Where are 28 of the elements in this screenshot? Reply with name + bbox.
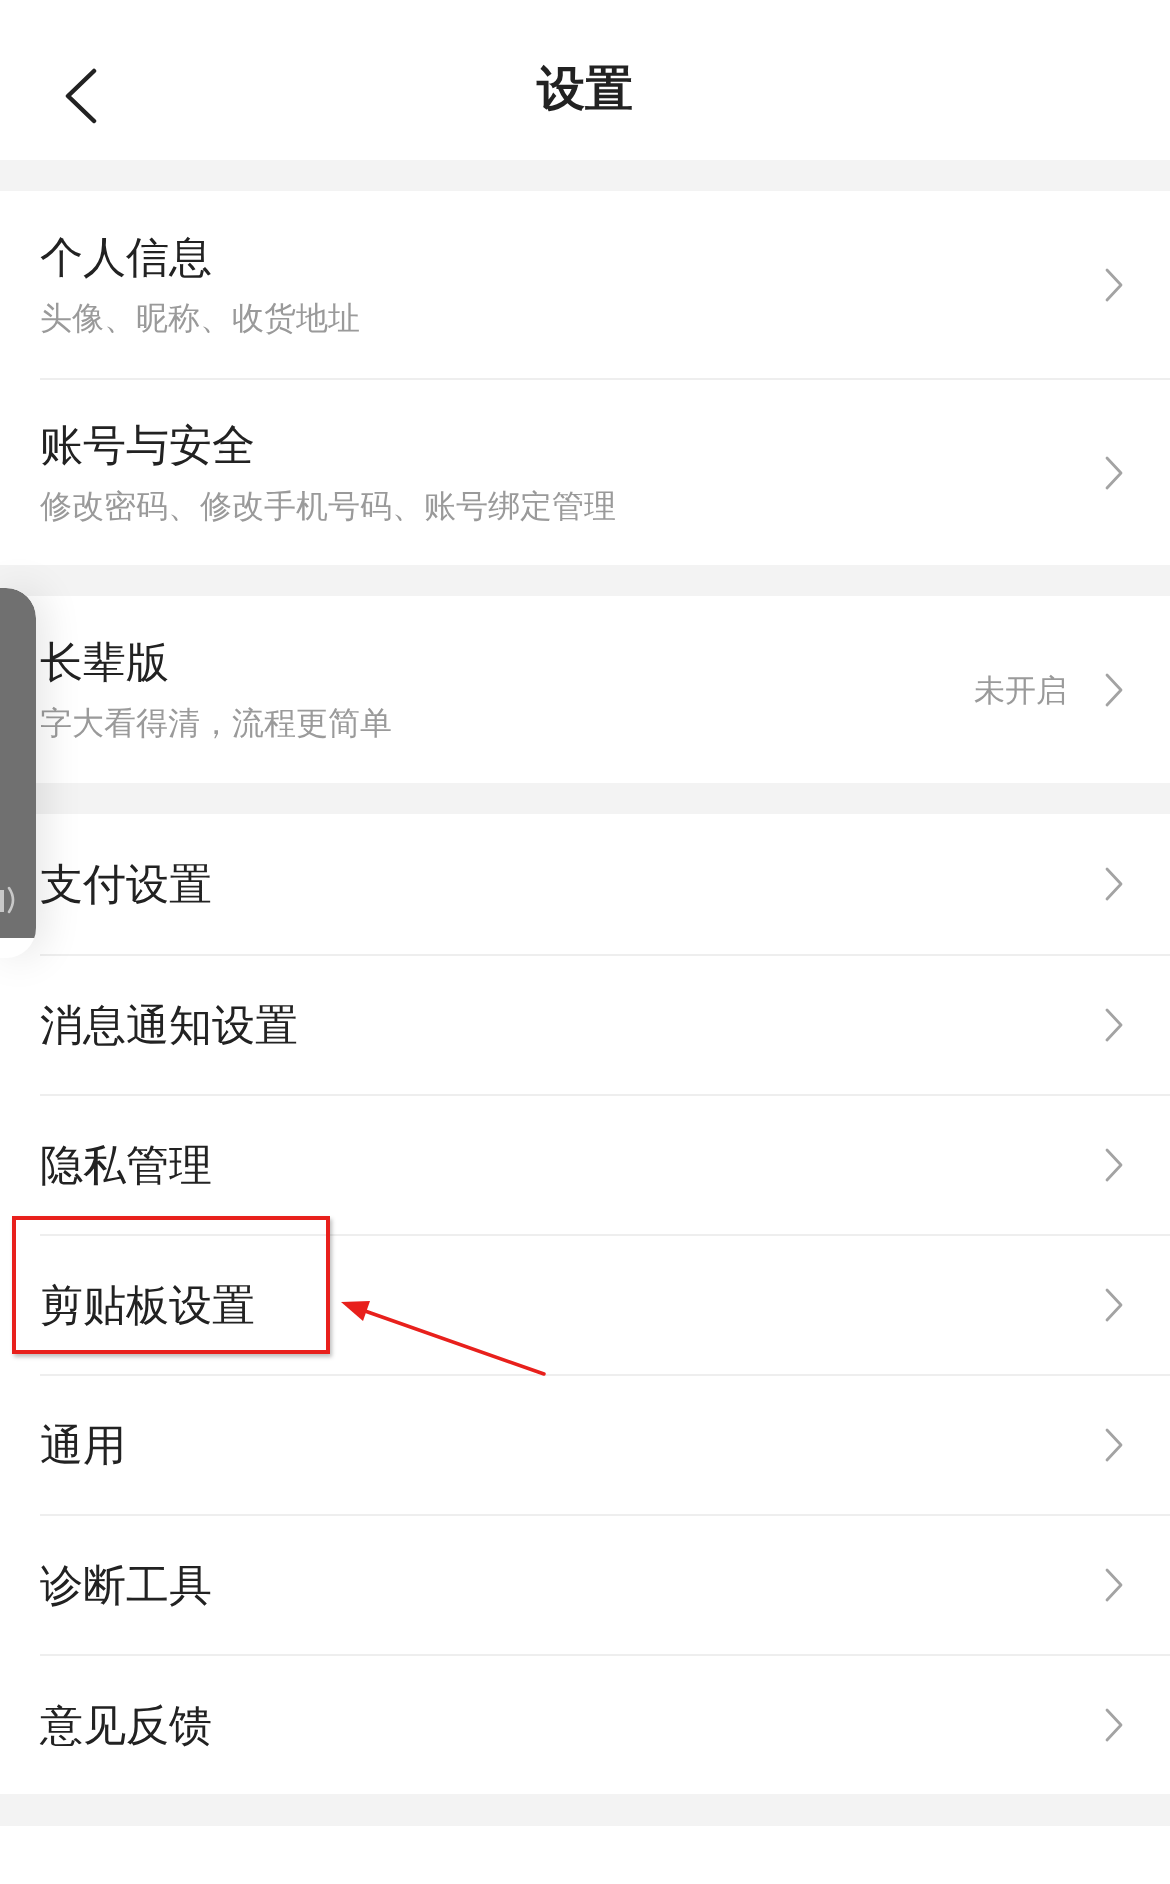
row-title: 长辈版 [40,635,169,689]
row-title: 意见反馈 [40,1699,212,1752]
row-title: 消息通知设置 [40,999,298,1052]
row-title: 支付设置 [40,858,212,911]
row-title: 通用 [40,1419,126,1472]
row-subtitle: 字大看得清，流程更简单 [40,702,392,744]
chevron-right-icon [1105,455,1123,490]
chevron-right-icon [1105,267,1123,302]
back-button[interactable] [64,68,98,124]
row-title: 个人信息 [40,230,212,284]
row-title: 剪贴板设置 [40,1279,255,1332]
page-title: 设置 [537,59,633,118]
row-status: 未开启 [974,670,1067,710]
chevron-right-icon [1105,867,1123,901]
chevron-right-icon [1105,1288,1123,1322]
chevron-right-icon [1105,1428,1123,1462]
chevron-right-icon [1105,1708,1123,1742]
chevron-right-icon [1105,672,1123,707]
chevron-right-icon [1105,1568,1123,1602]
row-title: 诊断工具 [40,1559,212,1612]
row-subtitle: 头像、昵称、收货地址 [40,297,360,339]
back-icon [64,68,98,124]
row-title: 隐私管理 [40,1139,212,1192]
row-title: 账号与安全 [40,418,255,472]
chevron-right-icon [1105,1148,1123,1182]
floating-side-menu[interactable] [0,588,36,958]
row-subtitle: 修改密码、修改手机号码、账号绑定管理 [40,485,616,527]
chevron-right-icon [1105,1008,1123,1042]
